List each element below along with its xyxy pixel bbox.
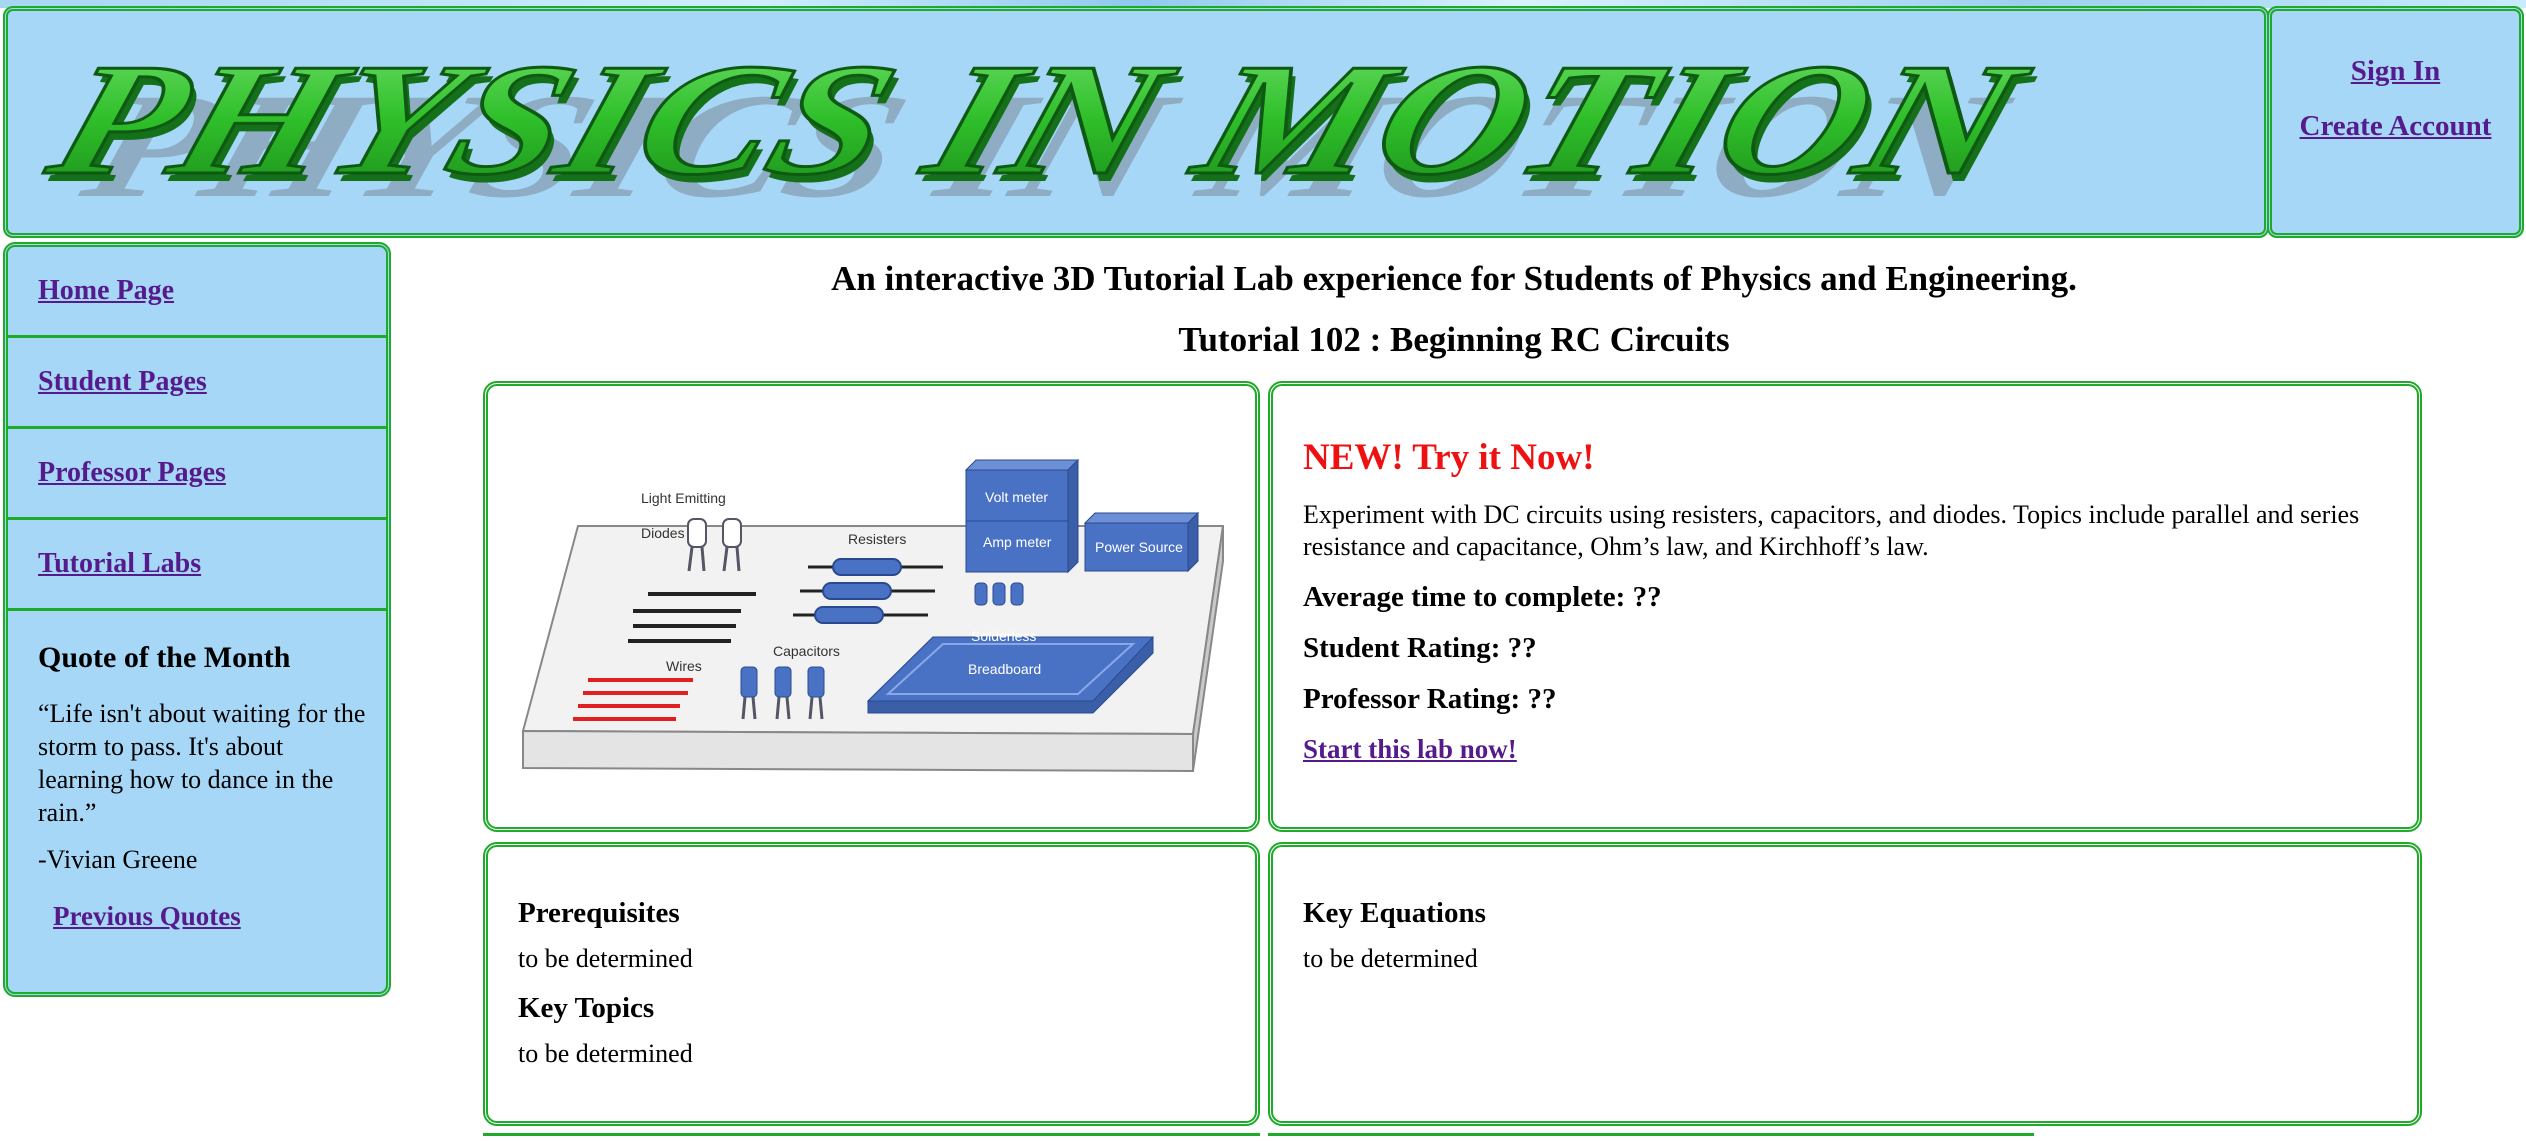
voltmeter-label: Volt meter bbox=[985, 489, 1048, 505]
next-card-edge-right bbox=[1268, 1133, 2034, 1141]
key-topics-text: to be determined bbox=[518, 1039, 693, 1068]
sidebar-item-student: Student Pages bbox=[8, 338, 386, 429]
key-topics-heading: Key Topics bbox=[518, 992, 655, 1024]
logo-text: PHYSICS IN MOTION bbox=[31, 31, 2046, 208]
quote-title: Quote of the Month bbox=[38, 641, 291, 674]
next-card-edge-left bbox=[483, 1133, 1260, 1141]
page-headline: An interactive 3D Tutorial Lab experienc… bbox=[831, 259, 2077, 298]
led-label-1: Light Emitting bbox=[641, 490, 726, 506]
home-page-link[interactable]: Home Page bbox=[38, 275, 174, 307]
resisters-label: Resisters bbox=[848, 531, 906, 547]
student-rating: Student Rating: ?? bbox=[1303, 632, 1537, 664]
board-front bbox=[522, 729, 1194, 773]
key-equations-text: to be determined bbox=[1303, 944, 1478, 973]
breadboard-label-2: Breadboard bbox=[968, 661, 1041, 677]
account-panel: Sign In Create Account bbox=[2267, 6, 2524, 238]
professor-pages-link[interactable]: Professor Pages bbox=[38, 457, 226, 489]
site-banner: PHYSICS IN MOTION PHYSICS IN MOTION PHYS… bbox=[3, 6, 2269, 238]
promo-description: Experiment with DC circuits using resist… bbox=[1303, 500, 2360, 561]
logo-image: PHYSICS IN MOTION PHYSICS IN MOTION PHYS… bbox=[29, 29, 2050, 229]
breadboard-label-1: Solderless bbox=[971, 628, 1036, 644]
lab-promo-card: NEW! Try it Now! Experiment with DC circ… bbox=[1268, 381, 2422, 832]
wires-label: Wires bbox=[666, 658, 702, 674]
quote-text: “Life isn't about waiting for the storm … bbox=[38, 699, 366, 827]
quote-author: -Vivian Greene bbox=[38, 845, 198, 874]
key-equations-card: Key Equations to be determined bbox=[1268, 842, 2422, 1126]
sidebar-item-tutorial: Tutorial Labs bbox=[8, 520, 386, 611]
power-source-label: Power Source bbox=[1095, 539, 1183, 555]
key-equations-heading: Key Equations bbox=[1303, 897, 1486, 929]
prerequisites-heading: Prerequisites bbox=[518, 897, 680, 929]
sidebar-item-professor: Professor Pages bbox=[8, 429, 386, 520]
prerequisites-card: Prerequisites to be determined Key Topic… bbox=[483, 842, 1260, 1126]
prerequisites-text: to be determined bbox=[518, 944, 693, 973]
tutorial-title: Tutorial 102 : Beginning RC Circuits bbox=[1178, 320, 1730, 359]
ammeter-label: Amp meter bbox=[983, 534, 1052, 550]
lab-illustration-card: Light Emitting Diodes Wires Resisters Ca… bbox=[483, 381, 1260, 832]
create-account-link[interactable]: Create Account bbox=[2272, 110, 2519, 143]
lab-illustration: Light Emitting Diodes Wires Resisters Ca… bbox=[521, 458, 1225, 773]
start-lab-link[interactable]: Start this lab now! bbox=[1303, 734, 2417, 765]
student-pages-link[interactable]: Student Pages bbox=[38, 366, 207, 398]
tutorial-labs-link[interactable]: Tutorial Labs bbox=[38, 548, 201, 580]
promo-title: NEW! Try it Now! bbox=[1303, 437, 1595, 478]
led-label-2: Diodes bbox=[641, 525, 685, 541]
capacitors-label: Capacitors bbox=[773, 643, 840, 659]
professor-rating: Professor Rating: ?? bbox=[1303, 683, 1557, 715]
average-time: Average time to complete: ?? bbox=[1303, 581, 1662, 613]
sign-in-link[interactable]: Sign In bbox=[2272, 55, 2519, 88]
sidebar-item-home: Home Page bbox=[8, 247, 386, 338]
sidebar: Home Page Student Pages Professor Pages … bbox=[3, 242, 391, 997]
previous-quotes-link[interactable]: Previous Quotes bbox=[53, 901, 386, 932]
